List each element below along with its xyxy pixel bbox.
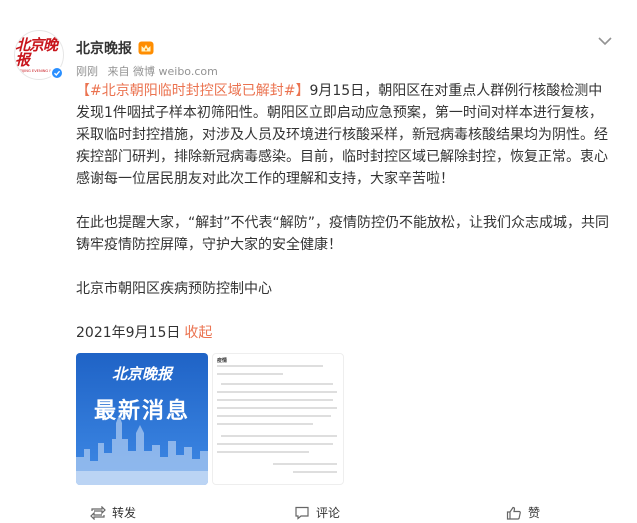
chevron-down-icon[interactable] (595, 34, 615, 48)
action-bar: 转发 评论 赞 (0, 500, 637, 523)
comment-button[interactable]: 评论 (294, 504, 340, 521)
topic-tag-link[interactable]: 【#北京朝阳临时封控区域已解封#】 (76, 83, 309, 99)
like-button[interactable]: 赞 (506, 504, 540, 521)
vip-crown-icon (138, 41, 154, 55)
author-name[interactable]: 北京晚报 (76, 38, 132, 58)
post-content: 【#北京朝阳临时封控区域已解封#】9月15日，朝阳区在对重点人群例行核酸检测中发… (76, 80, 616, 366)
comment-icon (295, 506, 309, 520)
avatar[interactable]: 北京晚报 BEIJING EVENING NEWS (14, 30, 64, 80)
post-date: 2021年9月15日 (76, 325, 181, 341)
thumbs-up-icon (506, 506, 521, 520)
news-logo-text: 北京晚报 (111, 365, 172, 383)
post-time[interactable]: 刚刚 (76, 65, 98, 78)
post-source: 来自 微博 weibo.com (107, 65, 218, 78)
author-row: 北京晚报 (76, 38, 154, 58)
repost-button[interactable]: 转发 (90, 504, 136, 521)
avatar-logo: 北京晚报 (15, 35, 58, 69)
repost-label: 转发 (112, 506, 137, 520)
document-header: 疫情 (217, 358, 228, 364)
repost-icon (90, 505, 106, 520)
paragraph-2: 在此也提醒大家，“解封”不代表“解防”，疫情防控仍不能放松，让我们众志成城，共同… (76, 215, 610, 253)
signature: 北京市朝阳区疾病预防控制中心 (76, 281, 272, 297)
post-image-2[interactable]: 疫情 (212, 353, 344, 485)
verified-badge-icon (50, 66, 64, 80)
news-cover-title: 最新消息 (93, 399, 190, 424)
like-label: 赞 (528, 506, 541, 520)
comment-label: 评论 (316, 506, 341, 520)
weibo-post-card: 北京晚报 BEIJING EVENING NEWS 北京晚报 刚刚 来自 微博 … (0, 0, 637, 523)
collapse-link[interactable]: 收起 (184, 325, 212, 341)
post-image-1[interactable]: 北京晚报 最新消息 (76, 353, 208, 485)
paragraph-1: 【#北京朝阳临时封控区域已解封#】9月15日，朝阳区在对重点人群例行核酸检测中发… (76, 80, 616, 190)
document-text-lines (217, 365, 337, 473)
post-meta: 刚刚 来自 微博 weibo.com (76, 63, 224, 79)
date-line: 2021年9月15日 收起 (76, 322, 616, 344)
